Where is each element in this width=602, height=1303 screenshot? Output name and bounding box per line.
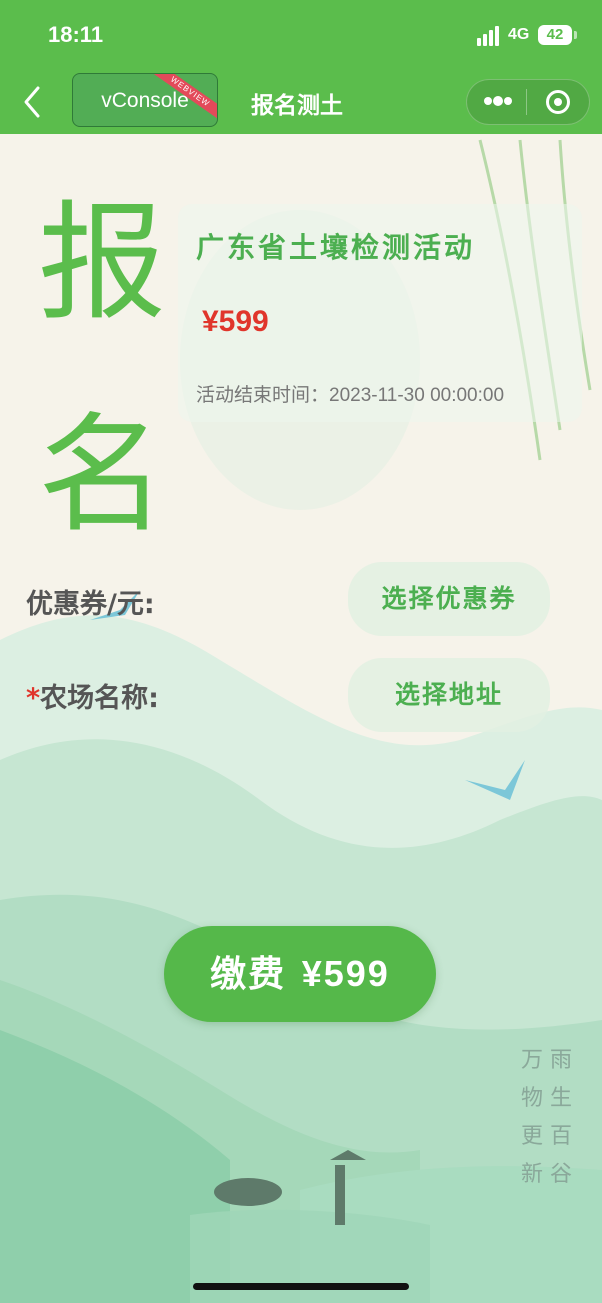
required-mark: *	[26, 683, 41, 714]
network-type: 4G	[508, 26, 530, 43]
more-dots-icon[interactable]	[484, 96, 512, 108]
select-address-button[interactable]: 选择地址	[348, 658, 550, 732]
pay-label: 缴费	[210, 954, 287, 995]
activity-price: ¥599	[202, 305, 269, 338]
page-title: 报名测土	[251, 93, 343, 119]
status-time: 18:11	[48, 22, 104, 47]
pay-amount: ¥599	[301, 953, 390, 994]
select-coupon-button[interactable]: 选择优惠券	[348, 562, 550, 636]
battery-icon: 42	[538, 25, 572, 45]
coupon-label: 优惠券/元:	[26, 589, 155, 620]
battery-tip	[574, 31, 577, 39]
farm-name-label: *农场名称:	[26, 676, 159, 715]
back-chevron-icon[interactable]	[18, 84, 48, 120]
pay-button[interactable]: 缴费 ¥599	[164, 926, 436, 1022]
vconsole-label: vConsole	[101, 89, 189, 112]
hero-char-bao: 报	[38, 189, 167, 338]
capsule-divider	[526, 89, 527, 115]
poem-column-1: 雨生百谷	[549, 1048, 572, 1187]
close-target-icon[interactable]	[546, 90, 570, 114]
farm-label-text: 农场名称:	[40, 683, 159, 714]
end-time-value: 2023-11-30 00:00:00	[329, 385, 505, 406]
end-time-label: 活动结束时间：	[196, 384, 330, 406]
poem-column-2: 万物更新	[520, 1048, 543, 1187]
hero-char-ming: 名	[38, 401, 167, 550]
home-indicator	[193, 1283, 409, 1290]
signal-icon	[477, 26, 501, 46]
activity-name: 广东省土壤检测活动	[196, 231, 476, 264]
vconsole-button[interactable]: vConsole WEBVIEW	[72, 73, 218, 127]
activity-end-time: 活动结束时间：2023-11-30 00:00:00	[196, 380, 504, 407]
